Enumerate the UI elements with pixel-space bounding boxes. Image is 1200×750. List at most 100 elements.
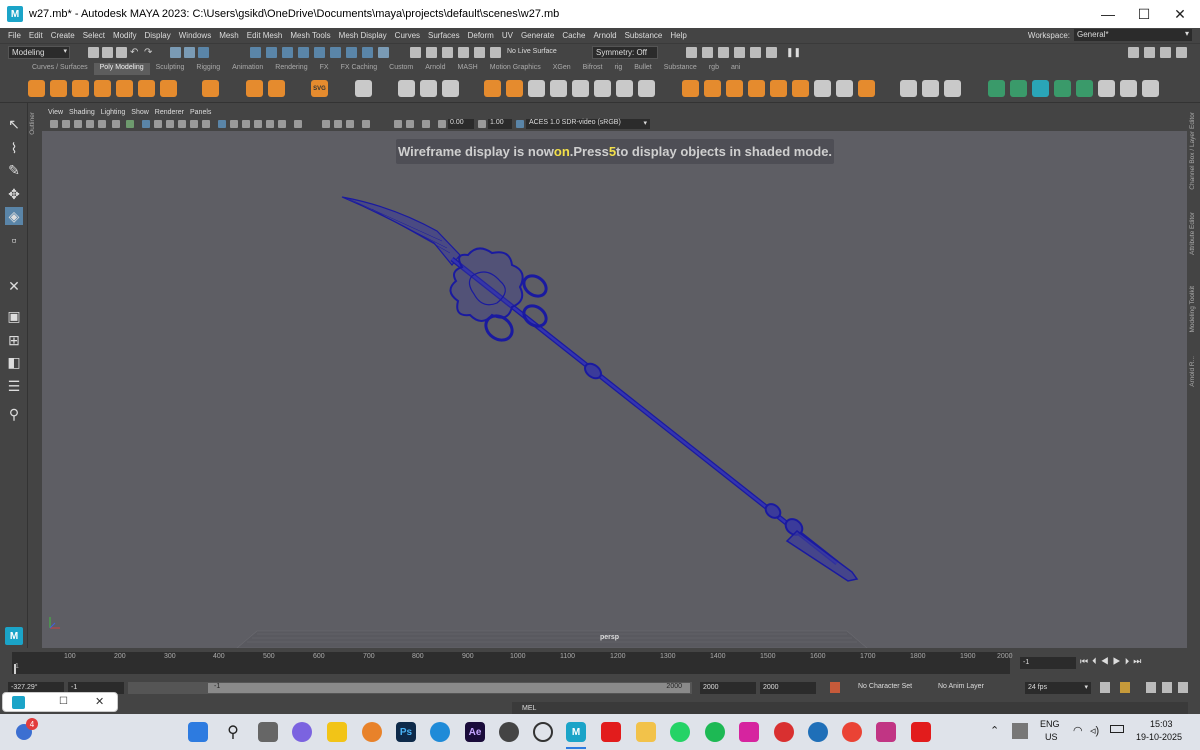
youtube-icon[interactable] bbox=[601, 722, 621, 742]
snap-view-plane-icon[interactable] bbox=[298, 47, 309, 58]
tab-curves-surfaces[interactable]: Curves / Surfaces bbox=[26, 63, 94, 75]
lasso-tool-icon[interactable]: ⌇ bbox=[5, 139, 23, 157]
sound-icon[interactable] bbox=[1146, 682, 1156, 693]
separate-icon[interactable] bbox=[398, 80, 415, 97]
mash-offset-icon[interactable] bbox=[1054, 80, 1071, 97]
snap-point-icon[interactable] bbox=[282, 47, 293, 58]
poly-cylinder-icon[interactable] bbox=[72, 80, 89, 97]
maximize-button[interactable]: ☐ bbox=[1124, 0, 1164, 28]
arnold-tab[interactable]: Arnold R... bbox=[1189, 356, 1196, 387]
outliner-tab[interactable]: Outliner bbox=[29, 112, 36, 135]
tab-bifrost[interactable]: Bifrost bbox=[577, 63, 609, 75]
menu-create[interactable]: Create bbox=[51, 31, 75, 40]
fill-hole-icon[interactable] bbox=[528, 80, 545, 97]
youtube-2-icon[interactable] bbox=[911, 722, 931, 742]
panel-menu-renderer[interactable]: Renderer bbox=[155, 109, 184, 116]
zoom-icon[interactable]: ⚲ bbox=[5, 405, 23, 423]
render-view-icon[interactable] bbox=[686, 47, 697, 58]
two-panes-icon[interactable]: ◧ bbox=[5, 353, 23, 371]
shortcut-app-icon[interactable] bbox=[774, 722, 794, 742]
menu-uv[interactable]: UV bbox=[502, 31, 513, 40]
step-forward-key-icon[interactable]: ⏵ bbox=[1125, 656, 1134, 666]
openai-icon[interactable] bbox=[533, 722, 553, 742]
bevel-icon[interactable] bbox=[594, 80, 611, 97]
fps-dropdown[interactable]: 24 fps ▾ bbox=[1025, 682, 1091, 694]
menu-file[interactable]: File bbox=[8, 31, 21, 40]
isolate-select-icon[interactable] bbox=[394, 120, 402, 128]
command-language-label[interactable]: MEL bbox=[522, 705, 536, 712]
exposure-icon[interactable] bbox=[438, 120, 446, 128]
render-settings-icon[interactable] bbox=[734, 47, 745, 58]
tab-xgen[interactable]: XGen bbox=[547, 63, 577, 75]
tab-substance[interactable]: Substance bbox=[658, 63, 703, 75]
character-icon[interactable] bbox=[1162, 682, 1172, 693]
image-plane-icon[interactable] bbox=[86, 120, 94, 128]
close-icon[interactable]: ✕ bbox=[95, 695, 104, 708]
select-tool-icon[interactable]: ↖ bbox=[5, 115, 23, 133]
circularize-icon[interactable] bbox=[836, 80, 853, 97]
snap-grid-icon[interactable] bbox=[250, 47, 261, 58]
slide-edge-icon[interactable] bbox=[814, 80, 831, 97]
panel-menu-shading[interactable]: Shading bbox=[69, 109, 95, 116]
instagram-2-icon[interactable] bbox=[876, 722, 896, 742]
menu-arnold[interactable]: Arnold bbox=[593, 31, 616, 40]
redo-icon[interactable]: ↷ bbox=[144, 47, 155, 58]
auto-key-icon[interactable] bbox=[830, 682, 840, 693]
move-tool-icon[interactable]: ✥ bbox=[5, 185, 23, 203]
play-back-icon[interactable]: ◀ bbox=[1101, 656, 1113, 666]
anim-prefs-icon[interactable] bbox=[1178, 682, 1188, 693]
sculpt-tool-icon[interactable] bbox=[900, 80, 917, 97]
motion-blur-icon[interactable] bbox=[334, 120, 342, 128]
menu-help[interactable]: Help bbox=[670, 31, 686, 40]
mode-dropdown[interactable]: Modeling ▾ bbox=[8, 46, 70, 59]
key-ticks-icon[interactable] bbox=[1120, 682, 1130, 693]
tab-motion-graphics[interactable]: Motion Graphics bbox=[484, 63, 547, 75]
paint-select-icon[interactable]: ✎ bbox=[5, 161, 23, 179]
volume-icon[interactable]: ◃) bbox=[1090, 724, 1099, 737]
poly-disc-icon[interactable] bbox=[160, 80, 177, 97]
camera-attributes-icon[interactable] bbox=[62, 120, 70, 128]
time-slider[interactable]: 1 100 200 300 400 500 600 700 800 900 10… bbox=[12, 652, 1013, 674]
poly-platonic-icon[interactable] bbox=[202, 80, 219, 97]
clock-date[interactable]: 19-10-2025 bbox=[1136, 732, 1182, 742]
uv-editor-icon[interactable] bbox=[922, 80, 939, 97]
save-scene-icon[interactable] bbox=[116, 47, 127, 58]
safe-action-icon[interactable] bbox=[190, 120, 198, 128]
mel-command-field[interactable]: MEL bbox=[512, 702, 1188, 714]
range-slider-handle[interactable]: -1 2000 bbox=[208, 683, 690, 693]
resolution-gate-icon[interactable] bbox=[154, 120, 162, 128]
gamma-icon[interactable] bbox=[478, 120, 486, 128]
toggle-ui-icon[interactable] bbox=[1128, 47, 1139, 58]
mash-scatter-icon[interactable] bbox=[1120, 80, 1137, 97]
snap-together-icon[interactable] bbox=[378, 47, 389, 58]
film-gate-icon[interactable] bbox=[142, 120, 150, 128]
arnold-render-view-icon[interactable] bbox=[766, 47, 777, 58]
gamma-field[interactable]: 1.00 bbox=[488, 119, 512, 129]
mash-distribute-icon[interactable] bbox=[1010, 80, 1027, 97]
whatsapp-icon[interactable] bbox=[670, 722, 690, 742]
tool-settings-toggle-icon[interactable] bbox=[1176, 47, 1187, 58]
mash-random-icon[interactable] bbox=[1032, 80, 1049, 97]
mirror-icon[interactable] bbox=[420, 80, 437, 97]
render-current-icon[interactable] bbox=[702, 47, 713, 58]
menu-display[interactable]: Display bbox=[145, 31, 171, 40]
target-weld-icon[interactable] bbox=[704, 80, 721, 97]
snap-edge-icon[interactable] bbox=[346, 47, 357, 58]
pen-menu-icon[interactable] bbox=[1012, 723, 1028, 739]
select-camera-icon[interactable] bbox=[50, 120, 58, 128]
select-by-component-icon[interactable] bbox=[198, 47, 209, 58]
menu-select[interactable]: Select bbox=[83, 31, 105, 40]
super-shape-icon[interactable] bbox=[246, 80, 263, 97]
svg-tool-icon[interactable]: SVG bbox=[311, 80, 328, 97]
battery-icon[interactable] bbox=[1110, 725, 1124, 733]
mash-network-icon[interactable] bbox=[988, 80, 1005, 97]
output-ops-icon[interactable] bbox=[442, 47, 453, 58]
rotate-tool-icon[interactable]: ◈ bbox=[5, 207, 23, 225]
magnet-icon[interactable] bbox=[474, 47, 485, 58]
menu-substance[interactable]: Substance bbox=[625, 31, 663, 40]
poly-cube-icon[interactable] bbox=[50, 80, 67, 97]
wireframe-on-shaded-icon[interactable] bbox=[242, 120, 250, 128]
tab-rgb[interactable]: rgb bbox=[703, 63, 725, 75]
bool-union-icon[interactable] bbox=[484, 80, 501, 97]
mash-curve-icon[interactable] bbox=[1142, 80, 1159, 97]
